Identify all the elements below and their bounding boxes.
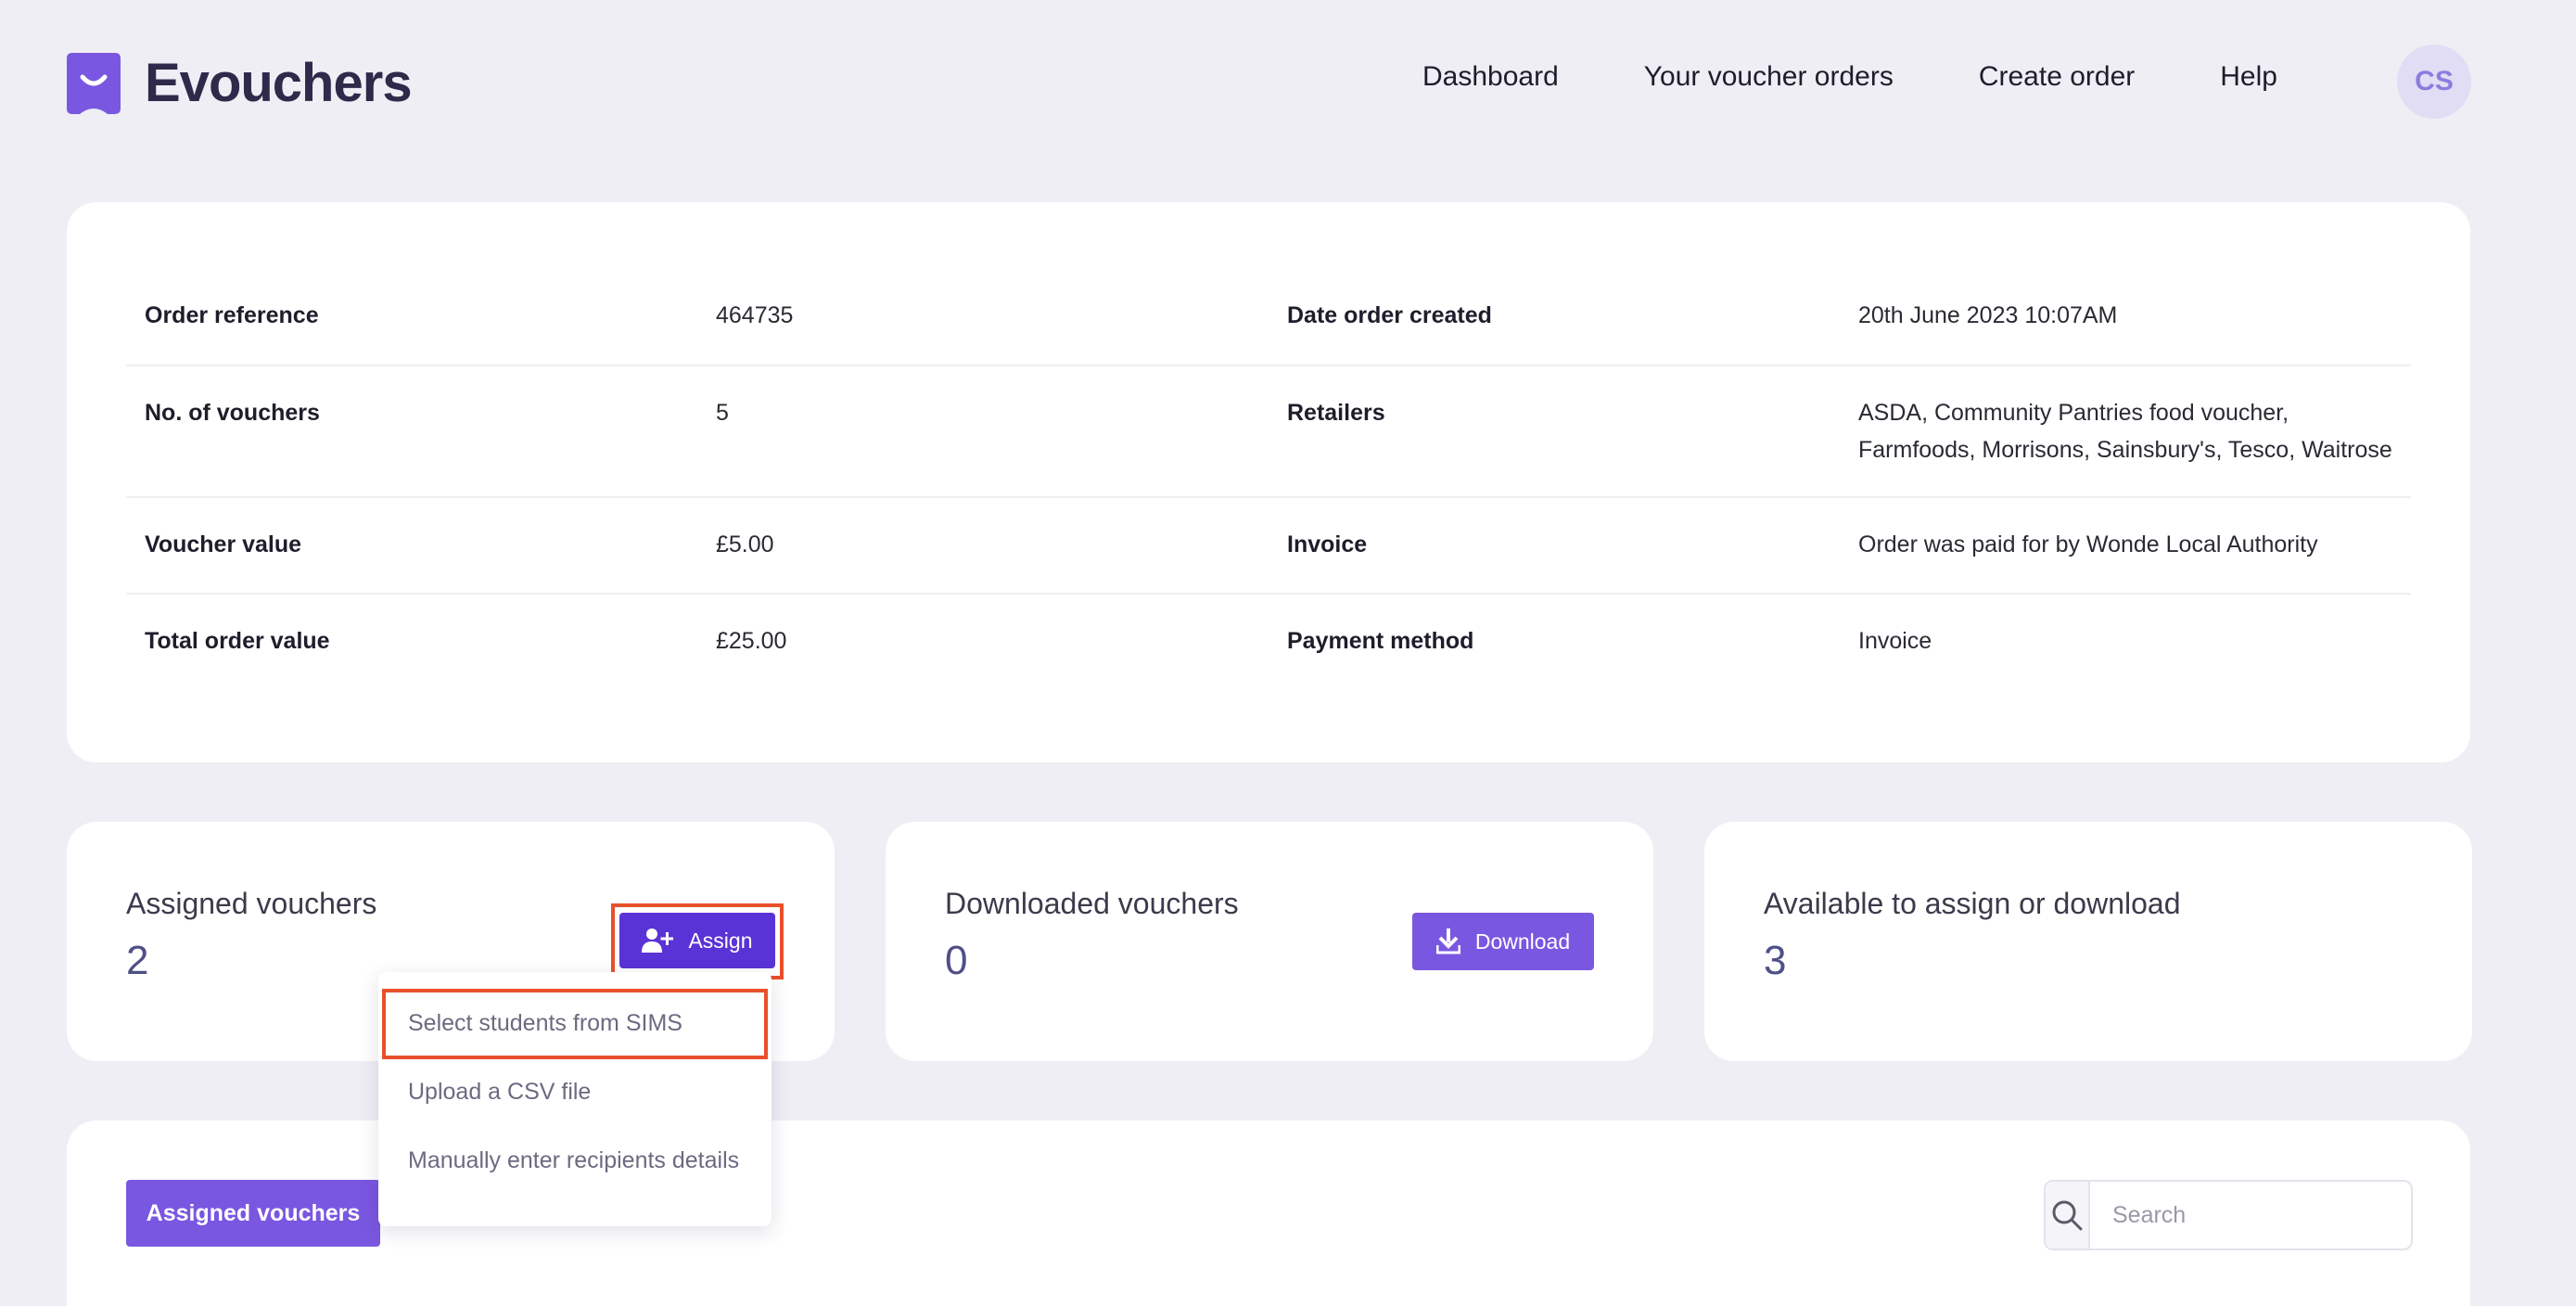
download-button-label: Download [1474, 928, 1571, 954]
menu-item-manual-entry[interactable]: Manually enter recipients details [378, 1126, 772, 1195]
brand-name: Evouchers [145, 53, 413, 113]
date-created-value: 20th June 2023 10:07AM [1858, 302, 2118, 328]
order-reference-label: Order reference [145, 302, 319, 328]
voucher-value-label: Voucher value [145, 531, 302, 557]
menu-item-highlight [382, 989, 768, 1059]
voucher-count-value: 5 [716, 400, 729, 426]
brand-logo[interactable]: Evouchers [67, 52, 413, 114]
order-details-card: Order reference 464735 Date order create… [67, 202, 2470, 762]
top-header: Evouchers Dashboard Your voucher orders … [0, 0, 2576, 167]
assign-button[interactable]: Assign [619, 913, 775, 968]
retailers-label: Retailers [1287, 400, 1385, 426]
nav-create-order[interactable]: Create order [1979, 61, 2135, 93]
date-created-label: Date order created [1287, 302, 1492, 328]
nav-your-voucher-orders[interactable]: Your voucher orders [1644, 61, 1894, 93]
total-order-value-value: £25.00 [716, 628, 787, 654]
download-button[interactable]: Download [1412, 913, 1594, 970]
downloaded-vouchers-card: Downloaded vouchers 0 Download [886, 822, 1653, 1061]
nav-help[interactable]: Help [2220, 61, 2277, 93]
search-icon [2052, 1200, 2083, 1231]
tab-assigned-vouchers[interactable]: Assigned vouchers [126, 1180, 380, 1247]
download-icon [1435, 928, 1460, 954]
assign-button-label: Assign [688, 928, 753, 953]
available-vouchers-card: Available to assign or download 3 [1704, 822, 2472, 1061]
retailers-value: ASDA, Community Pantries food voucher, F… [1840, 365, 2411, 497]
user-avatar[interactable]: CS [2397, 45, 2471, 119]
available-vouchers-count: 3 [1764, 938, 1787, 983]
payment-method-value: Invoice [1858, 628, 1932, 654]
search-box [2044, 1180, 2413, 1250]
search-icon-box [2046, 1182, 2090, 1248]
total-order-value-label: Total order value [145, 628, 330, 654]
retailers-line-2: Farmfoods, Morrisons, Sainsbury's, Tesco… [1858, 437, 2392, 463]
assign-dropdown-menu: Select students from SIMS Upload a CSV f… [378, 972, 772, 1226]
order-details-table: Order reference 464735 Date order create… [126, 269, 2411, 690]
user-plus-icon [642, 928, 674, 953]
nav-dashboard[interactable]: Dashboard [1422, 61, 1559, 93]
available-vouchers-title: Available to assign or download [1764, 887, 2181, 920]
search-input[interactable] [2090, 1182, 2411, 1248]
invoice-label: Invoice [1287, 531, 1368, 557]
details-row: Voucher value £5.00 Invoice Order was pa… [126, 497, 2411, 594]
evouchers-logo-icon [67, 52, 121, 114]
order-reference-value: 464735 [716, 302, 794, 328]
invoice-value: Order was paid for by Wonde Local Author… [1858, 531, 2318, 557]
payment-method-label: Payment method [1287, 628, 1474, 654]
voucher-value-value: £5.00 [716, 531, 774, 557]
voucher-count-label: No. of vouchers [145, 400, 320, 426]
main-nav: Dashboard Your voucher orders Create ord… [1422, 61, 2363, 93]
details-row: No. of vouchers 5 Retailers ASDA, Commun… [126, 365, 2411, 497]
retailers-line-1: ASDA, Community Pantries food voucher, [1858, 400, 2289, 426]
details-row: Total order value £25.00 Payment method … [126, 594, 2411, 690]
details-row: Order reference 464735 Date order create… [126, 269, 2411, 365]
menu-item-upload-csv[interactable]: Upload a CSV file [378, 1057, 772, 1126]
